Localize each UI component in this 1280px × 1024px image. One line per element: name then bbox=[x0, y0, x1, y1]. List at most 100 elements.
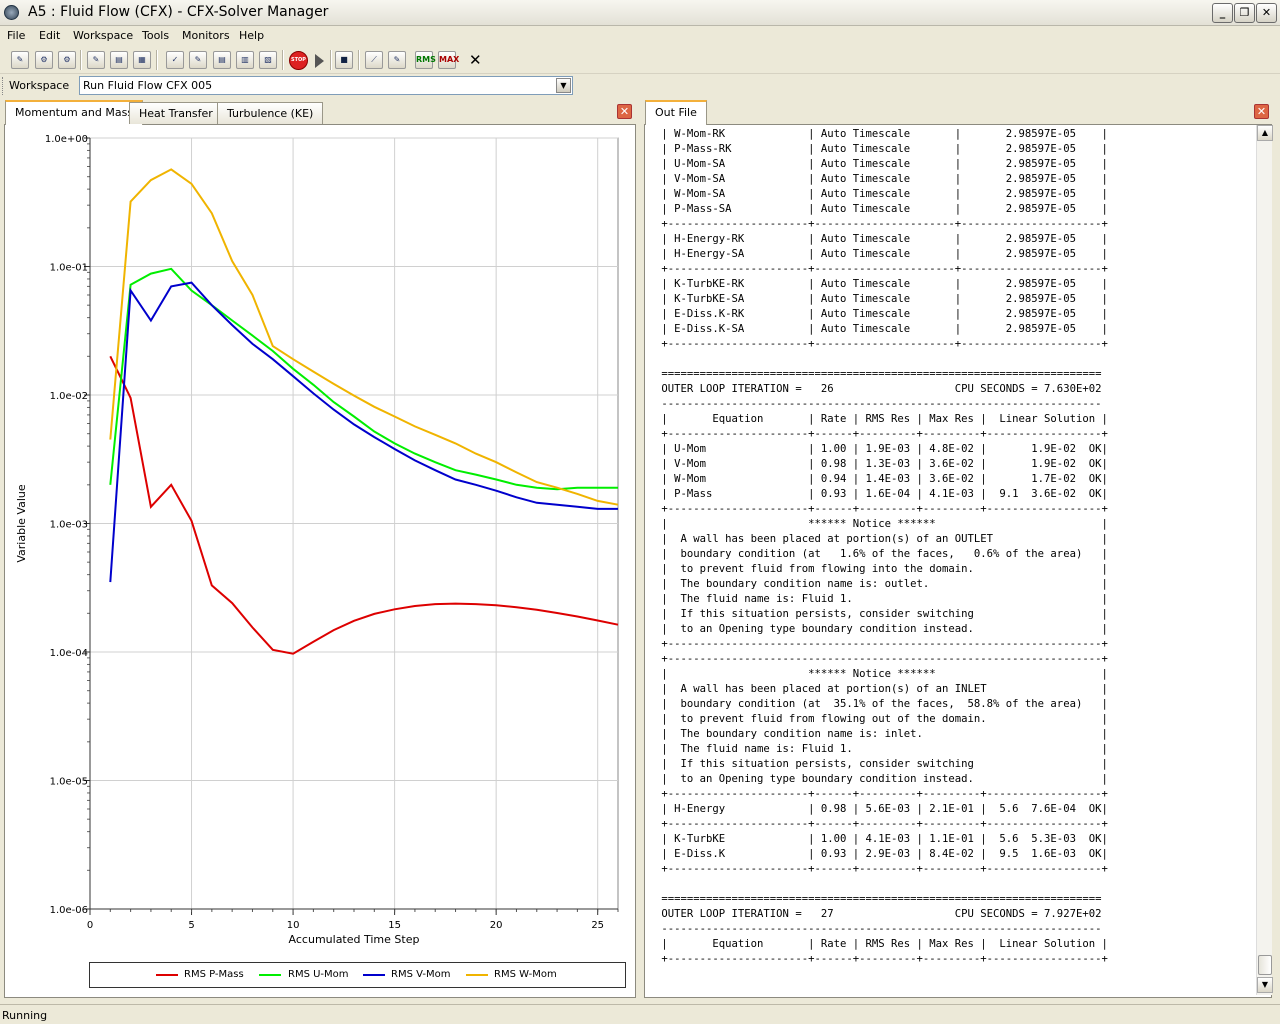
toolbar-separator bbox=[358, 50, 360, 70]
monitor-edit-icon[interactable]: ✎ bbox=[189, 51, 207, 69]
open-run-icon[interactable]: ⚙ bbox=[35, 51, 53, 69]
workspace-value: Run Fluid Flow CFX 005 bbox=[83, 79, 213, 92]
close-panel-icon[interactable]: ✕ bbox=[617, 104, 632, 119]
toolbar-separator bbox=[282, 50, 284, 70]
outfile-line: | Equation | Rate | RMS Res | Max Res | … bbox=[655, 413, 1108, 425]
outfile-line: +----------------------+------+---------… bbox=[655, 953, 1108, 965]
status-bar: Running bbox=[0, 1004, 1280, 1024]
outfile-line: | H-Energy-SA | Auto Timescale | 2.98597… bbox=[655, 248, 1108, 260]
menu-workspace[interactable]: Workspace bbox=[73, 29, 133, 42]
app-icon bbox=[4, 5, 19, 20]
outfile-line: | E-Diss.K-RK | Auto Timescale | 2.98597… bbox=[655, 308, 1108, 320]
rms-icon[interactable]: RMS bbox=[415, 51, 436, 69]
y-axis-label: Variable Value bbox=[15, 484, 28, 562]
outfile-line: | ****** Notice ****** | bbox=[655, 518, 1108, 530]
legend-u-mom: RMS U-Mom bbox=[288, 969, 349, 980]
outfile-line: +----------------------+------+---------… bbox=[655, 818, 1108, 830]
outfile-line: | A wall has been placed at portion(s) o… bbox=[655, 533, 1108, 545]
outfile-line: | K-TurbKE-RK | Auto Timescale | 2.98597… bbox=[655, 278, 1108, 290]
chevron-down-icon[interactable]: ▼ bbox=[556, 78, 571, 93]
menu-tools[interactable]: Tools bbox=[142, 29, 169, 42]
outfile-line: | V-Mom-SA | Auto Timescale | 2.98597E-0… bbox=[655, 173, 1108, 185]
open-results-icon[interactable]: ⚙ bbox=[58, 51, 76, 69]
y-tick-label: 1.0e-02 bbox=[50, 391, 88, 402]
max-icon[interactable]: MAX bbox=[438, 51, 459, 69]
x-tick-label: 0 bbox=[87, 920, 93, 931]
outfile-line: +----------------------+----------------… bbox=[655, 218, 1108, 230]
legend-swatch-w-mom bbox=[466, 974, 488, 976]
y-tick-label: 1.0e-06 bbox=[50, 905, 88, 916]
toolbar-separator bbox=[330, 50, 332, 70]
tab-heat-transfer[interactable]: Heat Transfer bbox=[129, 102, 223, 124]
menu-monitors[interactable]: Monitors bbox=[182, 29, 230, 42]
legend-v-mom: RMS V-Mom bbox=[391, 969, 451, 980]
tab-turbulence[interactable]: Turbulence (KE) bbox=[217, 102, 324, 124]
vertical-scrollbar[interactable]: ▲ ▼ bbox=[1256, 125, 1273, 995]
plot-icon[interactable]: ⟋ bbox=[365, 51, 383, 69]
scroll-up-icon[interactable]: ▲ bbox=[1257, 125, 1273, 141]
outfile-line: | E-Diss.K | 0.93 | 2.9E-03 | 8.4E-02 | … bbox=[655, 848, 1108, 860]
outfile-line: OUTER LOOP ITERATION = 27 CPU SECONDS = … bbox=[655, 908, 1102, 920]
grip-handle bbox=[2, 77, 4, 95]
restore-button[interactable]: ❐ bbox=[1234, 3, 1255, 23]
outfile-line: | to an Opening type boundary condition … bbox=[655, 623, 1108, 635]
close-window-button[interactable]: ✕ bbox=[1256, 3, 1277, 23]
plot-edit-icon[interactable]: ✎ bbox=[388, 51, 406, 69]
y-tick-label: 1.0e+00 bbox=[45, 134, 88, 145]
scroll-thumb[interactable] bbox=[1258, 955, 1272, 975]
scroll-down-icon[interactable]: ▼ bbox=[1257, 977, 1273, 993]
stop-icon[interactable]: STOP bbox=[289, 51, 308, 70]
outfile-line: +----------------------+------+---------… bbox=[655, 503, 1108, 515]
outfile-line: | W-Mom | 0.94 | 1.4E-03 | 3.6E-02 | 1.7… bbox=[655, 473, 1108, 485]
outfile-line: +---------------------------------------… bbox=[655, 653, 1108, 665]
outfile-line: +----------------------+----------------… bbox=[655, 263, 1108, 275]
outfile-line: +----------------------+------+---------… bbox=[655, 788, 1108, 800]
outfile-line: | P-Mass-RK | Auto Timescale | 2.98597E-… bbox=[655, 143, 1108, 155]
outfile-line: | P-Mass-SA | Auto Timescale | 2.98597E-… bbox=[655, 203, 1108, 215]
save-icon[interactable]: ■ bbox=[335, 51, 353, 69]
edit-monitor-icon[interactable]: ▤ bbox=[110, 51, 128, 69]
legend-swatch-u-mom bbox=[259, 974, 281, 976]
close-icon[interactable]: ✕ bbox=[469, 51, 482, 69]
folder-icon[interactable]: ▧ bbox=[259, 51, 277, 69]
y-tick-label: 1.0e-04 bbox=[50, 648, 88, 659]
legend-swatch-v-mom bbox=[363, 974, 385, 976]
outfile-line: | ****** Notice ****** | bbox=[655, 668, 1108, 680]
x-tick-label: 25 bbox=[591, 920, 604, 931]
toolbar-separator bbox=[156, 50, 158, 70]
outfile-line: +---------------------------------------… bbox=[655, 638, 1108, 650]
menu-bar: File Edit Workspace Tools Monitors Help bbox=[0, 26, 1280, 46]
outfile-line: | K-TurbKE | 1.00 | 4.1E-03 | 1.1E-01 | … bbox=[655, 833, 1108, 845]
new-run-icon[interactable]: ✎ bbox=[11, 51, 29, 69]
outfile-line: | boundary condition (at 1.6% of the fac… bbox=[655, 548, 1108, 560]
outfile-line: | A wall has been placed at portion(s) o… bbox=[655, 683, 1108, 695]
toolbar-separator bbox=[80, 50, 82, 70]
menu-edit[interactable]: Edit bbox=[39, 29, 60, 42]
play-icon[interactable] bbox=[315, 54, 324, 68]
outfile-line: +----------------------+------+---------… bbox=[655, 428, 1108, 440]
close-outfile-icon[interactable]: ✕ bbox=[1254, 104, 1269, 119]
tab-momentum-and-mass[interactable]: Momentum and Mass bbox=[5, 100, 144, 125]
layout-icon[interactable]: ▥ bbox=[236, 51, 254, 69]
workspace-select[interactable]: Run Fluid Flow CFX 005 ▼ bbox=[79, 76, 573, 95]
outfile-line: ----------------------------------------… bbox=[655, 398, 1102, 410]
status-text: Running bbox=[2, 1009, 48, 1022]
edit-run-icon[interactable]: ✎ bbox=[87, 51, 105, 69]
minimize-button[interactable]: _ bbox=[1212, 3, 1233, 23]
outfile-line: ========================================… bbox=[655, 893, 1102, 905]
outfile-line: | H-Energy-RK | Auto Timescale | 2.98597… bbox=[655, 233, 1108, 245]
menu-help[interactable]: Help bbox=[239, 29, 264, 42]
outfile-line: +----------------------+----------------… bbox=[655, 338, 1108, 350]
outfile-line: | U-Mom-SA | Auto Timescale | 2.98597E-0… bbox=[655, 158, 1108, 170]
outfile-line: | boundary condition (at 35.1% of the fa… bbox=[655, 698, 1108, 710]
arrange-icon[interactable]: ▦ bbox=[133, 51, 151, 69]
window-title: A5 : Fluid Flow (CFX) - CFX-Solver Manag… bbox=[28, 4, 329, 20]
y-tick-label: 1.0e-01 bbox=[50, 263, 88, 274]
check-icon[interactable]: ✓ bbox=[166, 51, 184, 69]
workspace-bar: Workspace Run Fluid Flow CFX 005 ▼ bbox=[0, 74, 1280, 98]
legend-swatch-p-mass bbox=[156, 974, 178, 976]
file-icon[interactable]: ▤ bbox=[213, 51, 231, 69]
menu-file[interactable]: File bbox=[7, 29, 25, 42]
tab-out-file[interactable]: Out File bbox=[645, 100, 707, 125]
outfile-line: +----------------------+------+---------… bbox=[655, 863, 1108, 875]
